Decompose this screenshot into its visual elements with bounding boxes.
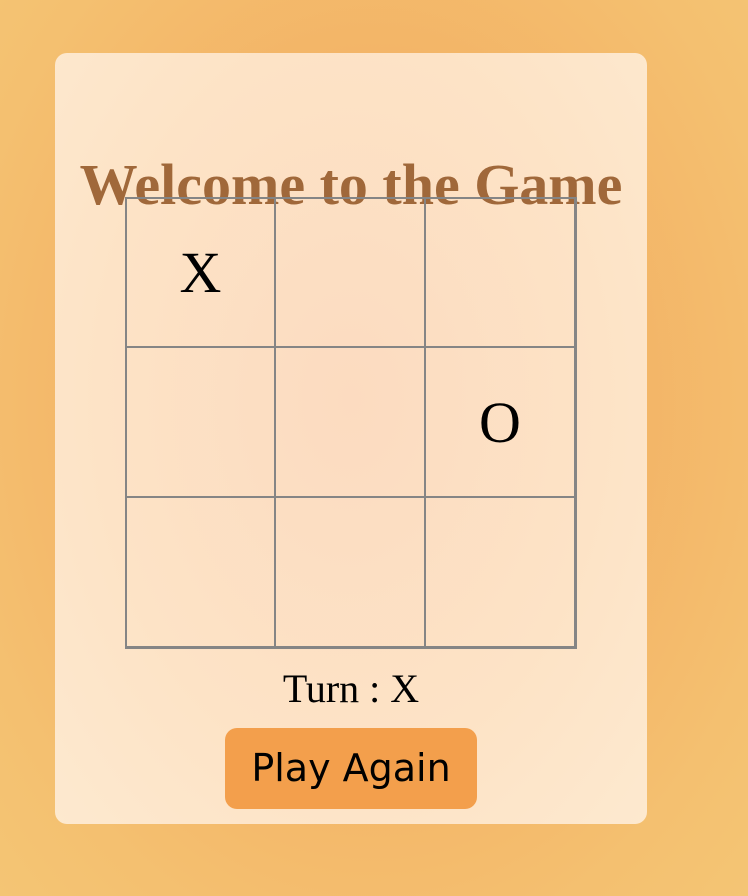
- board-cell-7[interactable]: [126, 498, 276, 648]
- turn-indicator: Turn : X: [55, 665, 647, 713]
- board-cell-1[interactable]: X: [126, 198, 276, 348]
- play-again-button[interactable]: Play Again: [225, 728, 477, 809]
- turn-label: Turn: [282, 666, 360, 711]
- board-cell-2[interactable]: [276, 198, 426, 348]
- board-cell-9[interactable]: [426, 498, 576, 648]
- game-card: Welcome to the Game X O Turn : X Play Ag…: [55, 53, 647, 824]
- turn-separator: :: [369, 666, 381, 711]
- board-cell-5[interactable]: [276, 348, 426, 498]
- board-cell-4[interactable]: [126, 348, 276, 498]
- board-cell-6[interactable]: O: [426, 348, 576, 498]
- current-turn: X: [390, 666, 420, 711]
- board-cell-8[interactable]: [276, 498, 426, 648]
- game-board: X O: [125, 197, 577, 649]
- board-cell-3[interactable]: [426, 198, 576, 348]
